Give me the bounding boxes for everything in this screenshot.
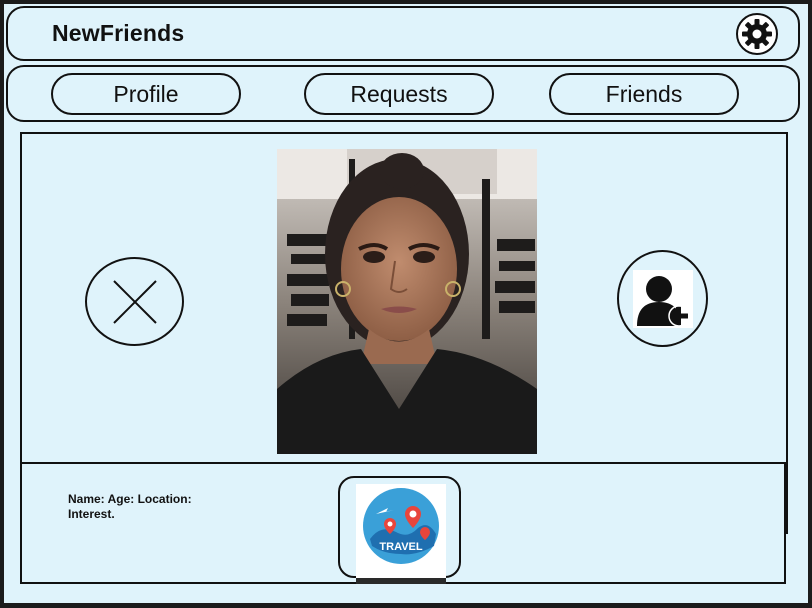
profile-fields: Name: Age: Location: bbox=[68, 492, 192, 506]
nav-bar: Profile Requests Friends bbox=[6, 65, 800, 122]
add-friend-button[interactable] bbox=[617, 250, 708, 347]
app-header: NewFriends bbox=[6, 6, 800, 61]
travel-label: TRAVEL bbox=[379, 541, 422, 553]
settings-button[interactable] bbox=[736, 13, 778, 55]
gear-icon bbox=[742, 19, 772, 49]
profile-photo bbox=[277, 149, 537, 454]
tab-friends[interactable]: Friends bbox=[549, 73, 739, 115]
interest-label: Interest. bbox=[68, 507, 115, 521]
reject-button[interactable] bbox=[85, 257, 184, 346]
app-title: NewFriends bbox=[52, 20, 185, 46]
interest-card[interactable]: TRAVEL bbox=[338, 476, 461, 584]
tab-profile[interactable]: Profile bbox=[51, 73, 241, 115]
profile-info-text: Name: Age: Location: Interest. bbox=[68, 492, 228, 522]
close-x-icon bbox=[112, 279, 157, 324]
tab-requests[interactable]: Requests bbox=[304, 73, 494, 115]
travel-image: TRAVEL bbox=[356, 484, 446, 584]
add-friend-icon bbox=[636, 275, 690, 326]
